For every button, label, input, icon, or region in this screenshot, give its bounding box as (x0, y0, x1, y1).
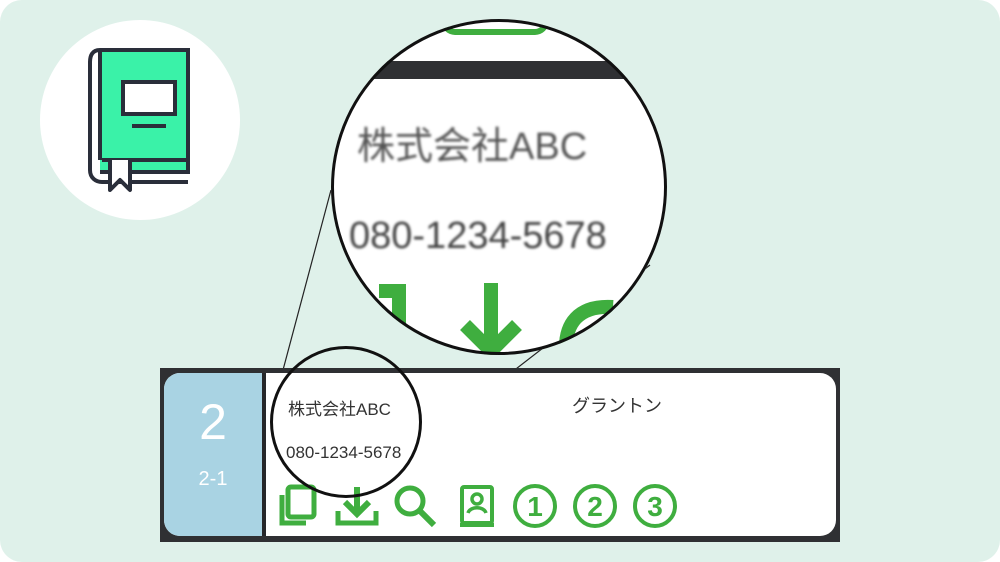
magnified-company-name: 株式会社ABC (357, 126, 588, 168)
magnified-action-icons (379, 283, 614, 355)
magnified-edge (441, 19, 549, 35)
circled-number-1-icon: 1 (513, 484, 557, 528)
search-icon (394, 485, 437, 528)
option-2-label: 2 (587, 491, 603, 522)
record-number-panel: 2 2-1 (164, 373, 266, 536)
circled-number-3-icon: 3 (633, 484, 677, 528)
company-name: 株式会社ABC (288, 400, 391, 419)
magnified-card-border (331, 61, 667, 79)
book-icon (88, 48, 190, 192)
contact-record-card[interactable]: 2 2-1 株式会社ABC グラントン 080-1234-5678 1 2 3 (164, 373, 836, 536)
option-2-button[interactable]: 2 (570, 481, 620, 531)
option-1-button[interactable]: 1 (510, 481, 560, 531)
contact-card-icon (460, 485, 494, 527)
search-button[interactable] (390, 481, 440, 531)
option-3-button[interactable]: 3 (630, 481, 680, 531)
contact-card-button[interactable] (454, 481, 504, 531)
copy-icon (279, 484, 317, 526)
background-panel: 2 2-1 株式会社ABC グラントン 080-1234-5678 1 2 3 … (0, 0, 1000, 562)
option-1-label: 1 (527, 491, 543, 522)
phone-number: 080-1234-5678 (286, 443, 402, 462)
book-badge (40, 20, 240, 220)
magnified-search-icon (558, 299, 614, 355)
download-icon (335, 487, 379, 526)
circled-number-2-icon: 2 (573, 484, 617, 528)
option-3-label: 3 (647, 491, 663, 522)
magnified-phone-number: 080-1234-5678 (349, 215, 607, 257)
download-button[interactable] (332, 481, 382, 531)
magnified-copy-icon (379, 284, 406, 341)
copy-button[interactable] (274, 481, 324, 531)
record-sub-number: 2-1 (198, 468, 228, 490)
magnifier-view: 株式会社ABC 080-1234-5678 (331, 19, 667, 355)
record-number: 2 (199, 394, 227, 450)
contact-name: グラントン (572, 396, 662, 416)
